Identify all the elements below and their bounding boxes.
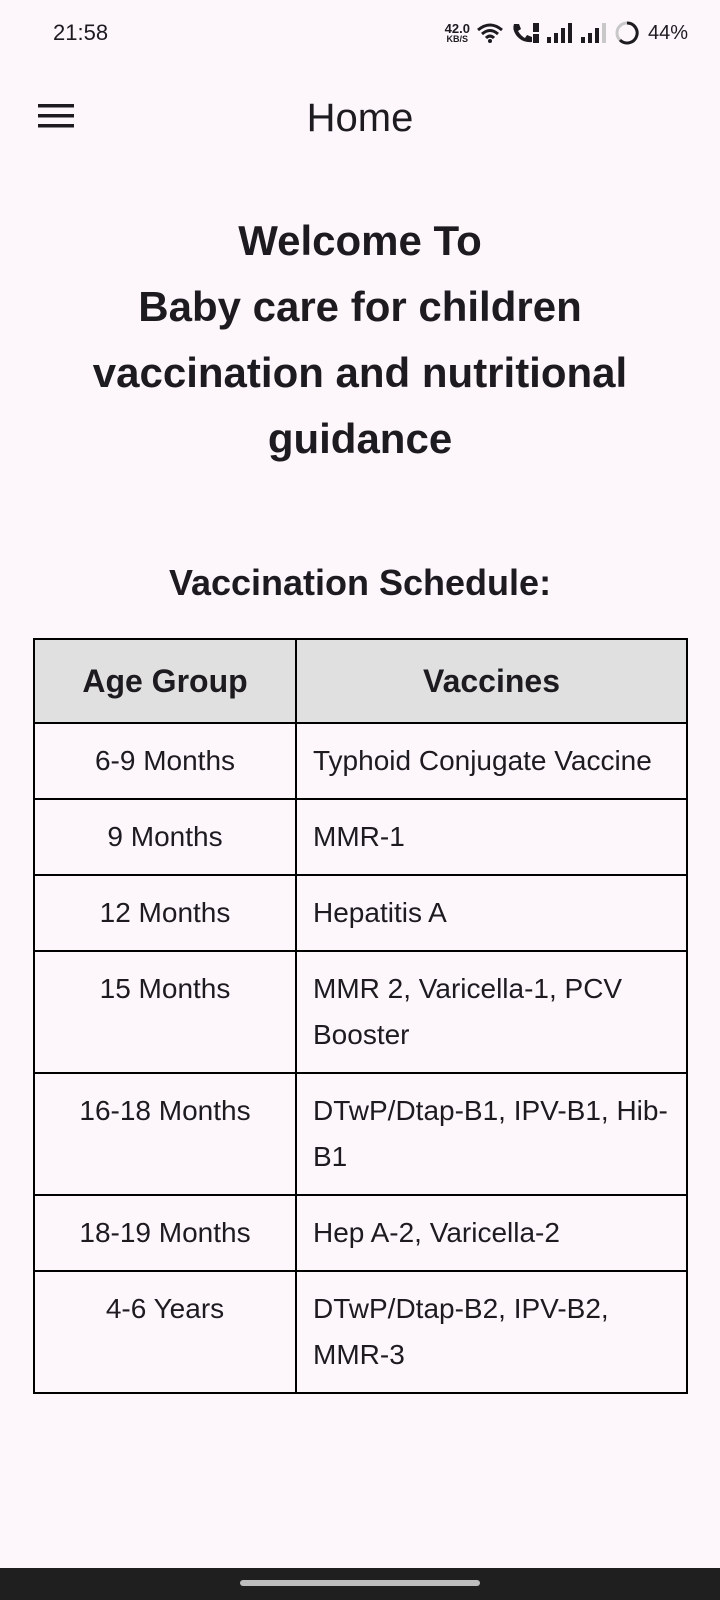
table-row: 4-6 Years DTwP/Dtap-B2, IPV-B2, MMR-3 — [33, 1270, 688, 1394]
age-cell: 4-6 Years — [33, 1270, 297, 1394]
signal-strength-2-icon — [580, 22, 608, 44]
vaccines-cell: Hepatitis A — [295, 874, 688, 952]
vaccines-cell: DTwP/Dtap-B2, IPV-B2, MMR-3 — [295, 1270, 688, 1394]
age-cell: 16-18 Months — [33, 1072, 297, 1196]
vaccines-cell: DTwP/Dtap-B1, IPV-B1, Hib-B1 — [295, 1072, 688, 1196]
age-cell: 6-9 Months — [33, 722, 297, 800]
welcome-heading: Welcome To Baby care for children vaccin… — [40, 208, 680, 472]
header-vaccines: Vaccines — [295, 638, 688, 724]
vaccines-cell: Hep A-2, Varicella-2 — [295, 1194, 688, 1272]
app-bar: Home — [0, 66, 720, 170]
page-title: Home — [306, 96, 414, 140]
battery-percentage: 44% — [647, 21, 688, 44]
network-speed: 42.0 KB/S — [445, 22, 470, 44]
table-row: 9 Months MMR-1 — [33, 798, 688, 876]
status-icons: 42.0 KB/S 44% — [445, 18, 688, 48]
table-row: 15 Months MMR 2, Varicella-1, PCV Booste… — [33, 950, 688, 1074]
welcome-line-1: Welcome To — [238, 217, 482, 264]
gesture-handle[interactable] — [240, 1580, 480, 1586]
table-row: 16-18 Months DTwP/Dtap-B1, IPV-B1, Hib-B… — [33, 1072, 688, 1196]
table-header-row: Age Group Vaccines — [33, 638, 688, 724]
age-cell: 9 Months — [33, 798, 297, 876]
vaccines-cell: MMR 2, Varicella-1, PCV Booster — [295, 950, 688, 1074]
vaccination-schedule-table: Age Group Vaccines 6-9 Months Typhoid Co… — [33, 638, 688, 1394]
table-row: 18-19 Months Hep A-2, Varicella-2 — [33, 1194, 688, 1272]
battery-saver-icon — [614, 20, 640, 46]
status-time: 21:58 — [53, 20, 109, 45]
table-row: 12 Months Hepatitis A — [33, 874, 688, 952]
system-navigation-bar — [0, 1568, 720, 1600]
age-cell: 15 Months — [33, 950, 297, 1074]
age-cell: 12 Months — [33, 874, 297, 952]
status-bar: 21:58 42.0 KB/S 44% — [0, 0, 720, 66]
vaccines-cell: Typhoid Conjugate Vaccine — [295, 722, 688, 800]
schedule-title: Vaccination Schedule: — [168, 562, 552, 603]
network-speed-unit: KB/S — [446, 34, 469, 44]
welcome-line-2: Baby care for children — [138, 283, 582, 330]
age-cell: 18-19 Months — [33, 1194, 297, 1272]
header-age-group: Age Group — [33, 638, 297, 724]
table-row: 6-9 Months Typhoid Conjugate Vaccine — [33, 722, 688, 800]
welcome-line-4: guidance — [267, 415, 453, 462]
wifi-icon — [476, 22, 504, 44]
signal-strength-1-icon — [546, 22, 574, 44]
wifi-calling-icon — [510, 21, 540, 45]
vaccines-cell: MMR-1 — [295, 798, 688, 876]
welcome-line-3: vaccination and nutritional — [92, 349, 628, 396]
